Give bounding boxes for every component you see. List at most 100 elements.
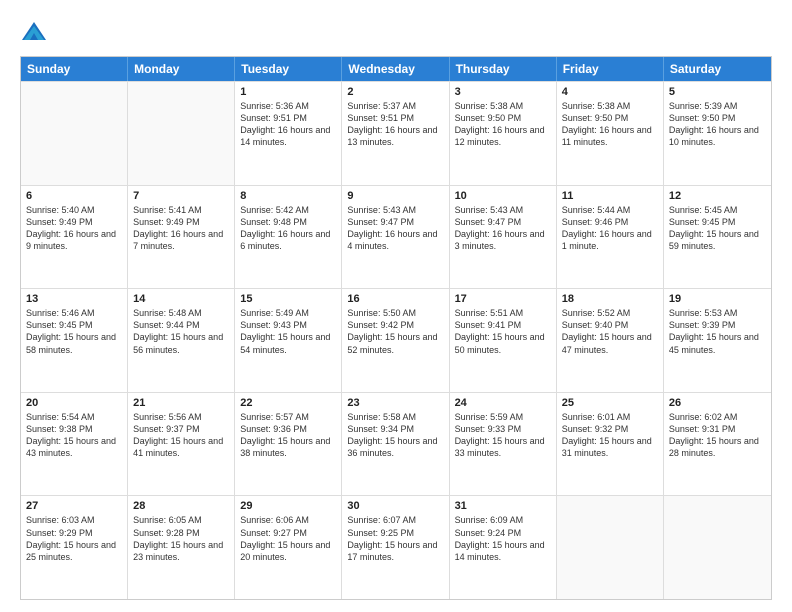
day-cell-31: 31 Sunrise: 6:09 AMSunset: 9:24 PMDayligh… bbox=[450, 496, 557, 599]
day-cell-12: 12 Sunrise: 5:45 AMSunset: 9:45 PMDayligh… bbox=[664, 186, 771, 289]
day-number: 11 bbox=[562, 190, 658, 202]
day-number: 24 bbox=[455, 397, 551, 409]
day-info: Sunrise: 6:06 AMSunset: 9:27 PMDaylight:… bbox=[240, 514, 336, 563]
day-info: Sunrise: 5:51 AMSunset: 9:41 PMDaylight:… bbox=[455, 307, 551, 356]
day-cell-1: 1 Sunrise: 5:36 AMSunset: 9:51 PMDaylight… bbox=[235, 82, 342, 185]
day-info: Sunrise: 5:53 AMSunset: 9:39 PMDaylight:… bbox=[669, 307, 766, 356]
day-cell-4: 4 Sunrise: 5:38 AMSunset: 9:50 PMDaylight… bbox=[557, 82, 664, 185]
day-info: Sunrise: 5:40 AMSunset: 9:49 PMDaylight:… bbox=[26, 204, 122, 253]
header-day-friday: Friday bbox=[557, 57, 664, 81]
header-day-monday: Monday bbox=[128, 57, 235, 81]
day-info: Sunrise: 6:02 AMSunset: 9:31 PMDaylight:… bbox=[669, 411, 766, 460]
day-cell-27: 27Sunrise: 6:03 AMSunset: 9:29 PMDayligh… bbox=[21, 496, 128, 599]
day-number: 31 bbox=[455, 500, 551, 512]
day-cell-28: 28Sunrise: 6:05 AMSunset: 9:28 PMDayligh… bbox=[128, 496, 235, 599]
logo-icon bbox=[20, 18, 48, 46]
day-cell-3: 3 Sunrise: 5:38 AMSunset: 9:50 PMDaylight… bbox=[450, 82, 557, 185]
header-day-saturday: Saturday bbox=[664, 57, 771, 81]
day-cell-17: 17 Sunrise: 5:51 AMSunset: 9:41 PMDayligh… bbox=[450, 289, 557, 392]
day-cell-11: 11 Sunrise: 5:44 AMSunset: 9:46 PMDayligh… bbox=[557, 186, 664, 289]
calendar: SundayMondayTuesdayWednesdayThursdayFrid… bbox=[20, 56, 772, 600]
day-number: 23 bbox=[347, 397, 443, 409]
day-info: Sunrise: 5:48 AMSunset: 9:44 PMDaylight:… bbox=[133, 307, 229, 356]
logo bbox=[20, 18, 52, 46]
day-number: 26 bbox=[669, 397, 766, 409]
day-cell-30: 30Sunrise: 6:07 AMSunset: 9:25 PMDayligh… bbox=[342, 496, 449, 599]
day-number: 16 bbox=[347, 293, 443, 305]
day-info: Sunrise: 5:44 AMSunset: 9:46 PMDaylight:… bbox=[562, 204, 658, 253]
day-number: 18 bbox=[562, 293, 658, 305]
day-number: 17 bbox=[455, 293, 551, 305]
day-info: Sunrise: 5:46 AMSunset: 9:45 PMDaylight:… bbox=[26, 307, 122, 356]
day-cell-22: 22Sunrise: 5:57 AMSunset: 9:36 PMDayligh… bbox=[235, 393, 342, 496]
day-info: Sunrise: 6:05 AMSunset: 9:28 PMDaylight:… bbox=[133, 514, 229, 563]
header-day-thursday: Thursday bbox=[450, 57, 557, 81]
day-number: 19 bbox=[669, 293, 766, 305]
day-cell-2: 2 Sunrise: 5:37 AMSunset: 9:51 PMDaylight… bbox=[342, 82, 449, 185]
day-info: Sunrise: 5:36 AMSunset: 9:51 PMDaylight:… bbox=[240, 100, 336, 149]
day-number: 25 bbox=[562, 397, 658, 409]
header-day-tuesday: Tuesday bbox=[235, 57, 342, 81]
day-cell-10: 10Sunrise: 5:43 AMSunset: 9:47 PMDayligh… bbox=[450, 186, 557, 289]
day-cell-9: 9Sunrise: 5:43 AMSunset: 9:47 PMDaylight… bbox=[342, 186, 449, 289]
day-number: 20 bbox=[26, 397, 122, 409]
day-cell-24: 24 Sunrise: 5:59 AMSunset: 9:33 PMDayligh… bbox=[450, 393, 557, 496]
week-row-4: 20Sunrise: 5:54 AMSunset: 9:38 PMDayligh… bbox=[21, 392, 771, 496]
day-cell-25: 25 Sunrise: 6:01 AMSunset: 9:32 PMDayligh… bbox=[557, 393, 664, 496]
day-cell-13: 13 Sunrise: 5:46 AMSunset: 9:45 PMDayligh… bbox=[21, 289, 128, 392]
day-info: Sunrise: 6:01 AMSunset: 9:32 PMDaylight:… bbox=[562, 411, 658, 460]
calendar-header: SundayMondayTuesdayWednesdayThursdayFrid… bbox=[21, 57, 771, 81]
week-row-3: 13 Sunrise: 5:46 AMSunset: 9:45 PMDayligh… bbox=[21, 288, 771, 392]
day-info: Sunrise: 5:59 AMSunset: 9:33 PMDaylight:… bbox=[455, 411, 551, 460]
day-info: Sunrise: 6:03 AMSunset: 9:29 PMDaylight:… bbox=[26, 514, 122, 563]
week-row-5: 27Sunrise: 6:03 AMSunset: 9:29 PMDayligh… bbox=[21, 495, 771, 599]
day-info: Sunrise: 5:39 AMSunset: 9:50 PMDaylight:… bbox=[669, 100, 766, 149]
day-number: 7 bbox=[133, 190, 229, 202]
day-cell-15: 15Sunrise: 5:49 AMSunset: 9:43 PMDayligh… bbox=[235, 289, 342, 392]
day-cell-7: 7 Sunrise: 5:41 AMSunset: 9:49 PMDaylight… bbox=[128, 186, 235, 289]
day-number: 2 bbox=[347, 86, 443, 98]
day-info: Sunrise: 5:52 AMSunset: 9:40 PMDaylight:… bbox=[562, 307, 658, 356]
day-info: Sunrise: 5:38 AMSunset: 9:50 PMDaylight:… bbox=[455, 100, 551, 149]
day-cell-6: 6 Sunrise: 5:40 AMSunset: 9:49 PMDaylight… bbox=[21, 186, 128, 289]
day-number: 29 bbox=[240, 500, 336, 512]
day-number: 6 bbox=[26, 190, 122, 202]
header-day-sunday: Sunday bbox=[21, 57, 128, 81]
day-info: Sunrise: 5:49 AMSunset: 9:43 PMDaylight:… bbox=[240, 307, 336, 356]
day-info: Sunrise: 5:38 AMSunset: 9:50 PMDaylight:… bbox=[562, 100, 658, 149]
day-info: Sunrise: 6:07 AMSunset: 9:25 PMDaylight:… bbox=[347, 514, 443, 563]
empty-cell bbox=[664, 496, 771, 599]
day-info: Sunrise: 6:09 AMSunset: 9:24 PMDaylight:… bbox=[455, 514, 551, 563]
day-info: Sunrise: 5:37 AMSunset: 9:51 PMDaylight:… bbox=[347, 100, 443, 149]
day-info: Sunrise: 5:45 AMSunset: 9:45 PMDaylight:… bbox=[669, 204, 766, 253]
day-number: 3 bbox=[455, 86, 551, 98]
calendar-body: 1 Sunrise: 5:36 AMSunset: 9:51 PMDaylight… bbox=[21, 81, 771, 599]
day-number: 13 bbox=[26, 293, 122, 305]
week-row-2: 6 Sunrise: 5:40 AMSunset: 9:49 PMDaylight… bbox=[21, 185, 771, 289]
day-cell-16: 16Sunrise: 5:50 AMSunset: 9:42 PMDayligh… bbox=[342, 289, 449, 392]
day-number: 4 bbox=[562, 86, 658, 98]
empty-cell bbox=[21, 82, 128, 185]
day-info: Sunrise: 5:58 AMSunset: 9:34 PMDaylight:… bbox=[347, 411, 443, 460]
day-cell-19: 19 Sunrise: 5:53 AMSunset: 9:39 PMDayligh… bbox=[664, 289, 771, 392]
day-cell-26: 26 Sunrise: 6:02 AMSunset: 9:31 PMDayligh… bbox=[664, 393, 771, 496]
day-number: 14 bbox=[133, 293, 229, 305]
empty-cell bbox=[128, 82, 235, 185]
day-info: Sunrise: 5:43 AMSunset: 9:47 PMDaylight:… bbox=[347, 204, 443, 253]
day-info: Sunrise: 5:42 AMSunset: 9:48 PMDaylight:… bbox=[240, 204, 336, 253]
day-number: 21 bbox=[133, 397, 229, 409]
day-cell-23: 23 Sunrise: 5:58 AMSunset: 9:34 PMDayligh… bbox=[342, 393, 449, 496]
day-number: 22 bbox=[240, 397, 336, 409]
day-cell-14: 14 Sunrise: 5:48 AMSunset: 9:44 PMDayligh… bbox=[128, 289, 235, 392]
day-cell-21: 21 Sunrise: 5:56 AMSunset: 9:37 PMDayligh… bbox=[128, 393, 235, 496]
day-cell-20: 20Sunrise: 5:54 AMSunset: 9:38 PMDayligh… bbox=[21, 393, 128, 496]
empty-cell bbox=[557, 496, 664, 599]
day-number: 1 bbox=[240, 86, 336, 98]
header-day-wednesday: Wednesday bbox=[342, 57, 449, 81]
day-info: Sunrise: 5:56 AMSunset: 9:37 PMDaylight:… bbox=[133, 411, 229, 460]
day-number: 12 bbox=[669, 190, 766, 202]
day-info: Sunrise: 5:41 AMSunset: 9:49 PMDaylight:… bbox=[133, 204, 229, 253]
day-number: 5 bbox=[669, 86, 766, 98]
day-number: 8 bbox=[240, 190, 336, 202]
page: SundayMondayTuesdayWednesdayThursdayFrid… bbox=[0, 0, 792, 612]
